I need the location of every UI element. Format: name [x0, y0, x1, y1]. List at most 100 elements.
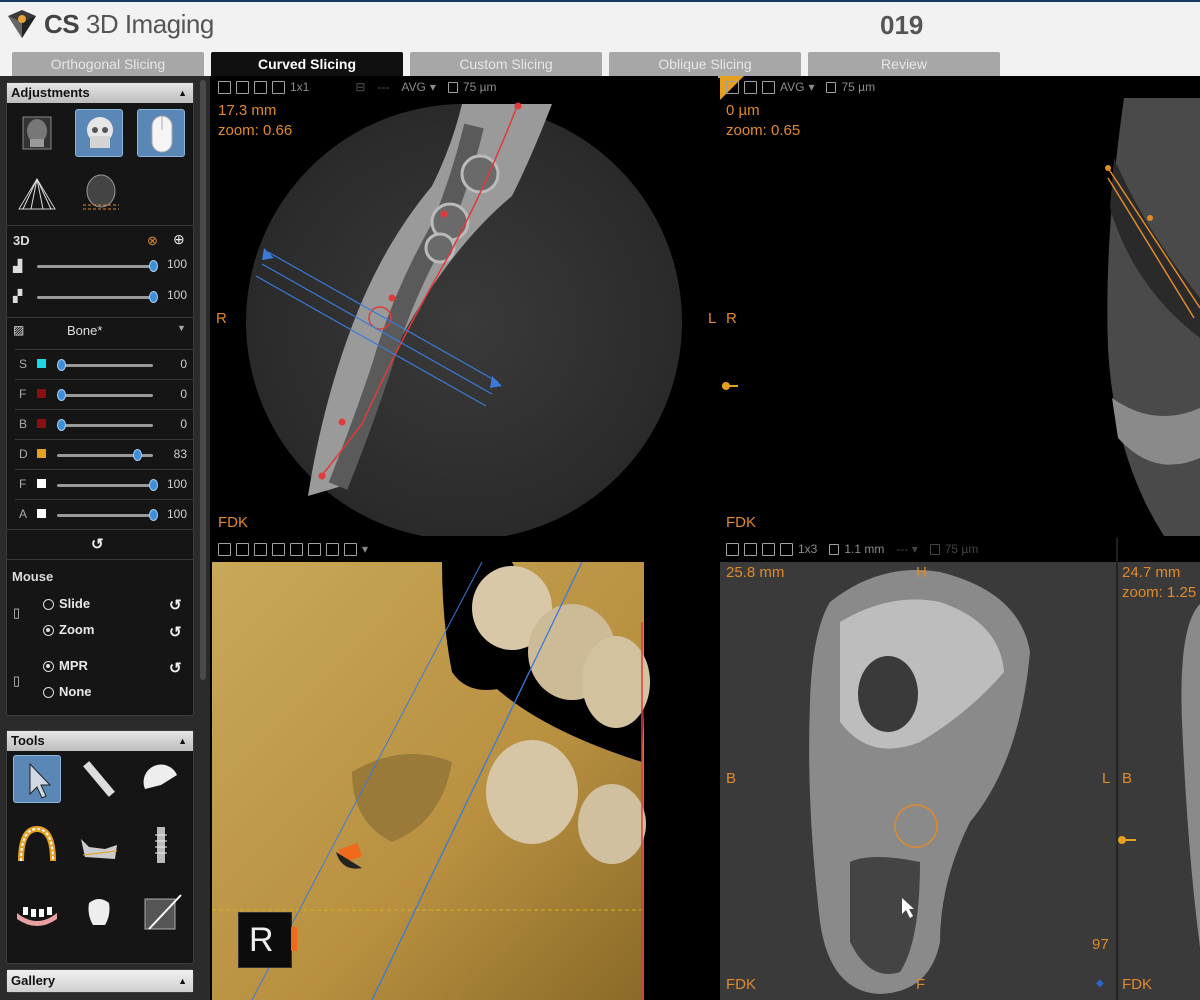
- chevron-down-icon[interactable]: ▾: [362, 542, 368, 556]
- brand-suffix: 3D Imaging: [85, 8, 214, 39]
- reset-slide-icon[interactable]: ↺: [169, 596, 182, 614]
- radio-slide[interactable]: [43, 599, 54, 610]
- save-icon[interactable]: [218, 542, 231, 556]
- radio-none[interactable]: [43, 687, 54, 698]
- panoramic-viewport[interactable]: AVG ▾ 75 µm 0 µm zoom: 0.65 R FDK: [720, 76, 1200, 536]
- gallery-panel[interactable]: Gallery ▲: [6, 969, 194, 993]
- slider-knob[interactable]: [133, 449, 143, 461]
- collapse-icon[interactable]: ▲: [178, 83, 187, 103]
- orientation-cube[interactable]: R: [238, 912, 297, 968]
- mouse-mode-button[interactable]: [137, 109, 185, 157]
- implant-tool-button[interactable]: [137, 821, 185, 869]
- preset-select[interactable]: Bone*: [67, 323, 102, 338]
- save-icon[interactable]: [726, 80, 739, 94]
- color-swatch[interactable]: [37, 479, 46, 488]
- tab-orthogonal-slicing[interactable]: Orthogonal Slicing: [12, 52, 204, 78]
- fit-icon[interactable]: [744, 542, 757, 556]
- head-profile-button[interactable]: [75, 169, 123, 217]
- skull-render-button[interactable]: [75, 109, 123, 157]
- zoom-level: zoom: 0.65: [726, 122, 801, 139]
- reset-mpr-icon[interactable]: ↺: [169, 659, 182, 677]
- gallery-header[interactable]: Gallery ▲: [7, 970, 193, 992]
- tab-oblique-slicing[interactable]: Oblique Slicing: [609, 52, 801, 78]
- fan-icon: [18, 178, 56, 210]
- cross-section-viewport[interactable]: 1x3 1.1 mm --- ▾ 75 µm 25.8 mm H B L F F…: [720, 538, 1116, 1000]
- view-side-icon[interactable]: [308, 542, 321, 556]
- protractor-tool-button[interactable]: [137, 755, 185, 803]
- visibility-icon[interactable]: ⊗: [147, 233, 158, 249]
- tab-curved-slicing[interactable]: Curved Slicing: [211, 52, 403, 78]
- collapse-icon[interactable]: ▲: [178, 731, 187, 751]
- fit-icon[interactable]: [744, 80, 757, 94]
- channel-slider[interactable]: [57, 389, 153, 401]
- radio-none-label: None: [59, 684, 92, 699]
- chevron-down-icon[interactable]: ▼: [177, 323, 186, 333]
- export-icon[interactable]: [762, 542, 775, 556]
- channel-slider[interactable]: [57, 479, 158, 491]
- dental-arch-icon: [18, 825, 56, 862]
- tab-review[interactable]: Review: [808, 52, 1000, 78]
- fit-icon[interactable]: [236, 542, 249, 556]
- arch-tool-button[interactable]: [13, 821, 61, 869]
- chevron-down-icon[interactable]: ▾: [808, 80, 814, 94]
- export-icon[interactable]: [254, 542, 267, 556]
- slab-thickness[interactable]: 1.1 mm: [844, 542, 884, 556]
- channel-slider[interactable]: [57, 449, 153, 461]
- tab-custom-slicing[interactable]: Custom Slicing: [410, 52, 602, 78]
- export-icon[interactable]: [762, 80, 775, 94]
- mouse-right-icon: ▯: [13, 673, 21, 688]
- expand-icon[interactable]: ▲: [178, 970, 187, 992]
- radio-mpr[interactable]: [43, 661, 54, 672]
- channel-slider[interactable]: [57, 359, 153, 371]
- copy-icon[interactable]: [826, 81, 837, 93]
- slice-position: 24.7 mm: [1122, 564, 1181, 581]
- slice-position: 0 µm: [726, 102, 760, 119]
- tools-header[interactable]: Tools ▲: [7, 731, 193, 751]
- channel-row: S0: [15, 349, 193, 378]
- sidebar-scrollbar[interactable]: [200, 80, 206, 680]
- color-swatch[interactable]: [37, 359, 46, 368]
- opacity-slider[interactable]: [37, 260, 158, 272]
- color-swatch[interactable]: [37, 389, 46, 398]
- quality-slider[interactable]: [37, 291, 158, 303]
- add-circle-icon[interactable]: ⊕: [173, 231, 185, 248]
- axial-viewport[interactable]: 1x1 ⊟ --- AVG ▾ 75 µm 17.3 mm zoom: 0.66…: [212, 76, 718, 536]
- fan-view-button[interactable]: [13, 169, 61, 217]
- thickness-icon[interactable]: [829, 543, 840, 555]
- axial-image: [246, 102, 682, 536]
- ruler-tool-button[interactable]: [75, 755, 123, 803]
- reset-zoom-icon[interactable]: ↺: [169, 623, 182, 641]
- view-top-icon[interactable]: [326, 542, 339, 556]
- adjustments-header[interactable]: Adjustments ▲: [7, 83, 193, 103]
- volume-viewport[interactable]: ▾ R: [212, 538, 718, 1000]
- channel-slider[interactable]: [57, 509, 158, 521]
- view-front-icon[interactable]: [272, 542, 285, 556]
- view-bottom-icon[interactable]: [344, 542, 357, 556]
- pointer-tool-button[interactable]: [13, 755, 61, 803]
- head-profile-icon: [83, 174, 119, 210]
- color-swatch[interactable]: [37, 509, 46, 518]
- slider-knob[interactable]: [57, 419, 66, 431]
- annotation-tool-button[interactable]: [137, 889, 185, 937]
- slider-knob[interactable]: [57, 389, 66, 401]
- nerve-tool-button[interactable]: [13, 889, 61, 937]
- radio-zoom[interactable]: [43, 625, 54, 636]
- mandible-tool-button[interactable]: [75, 821, 123, 869]
- skull-xray-button[interactable]: [13, 109, 61, 157]
- reset-icon[interactable]: ↺: [91, 535, 104, 553]
- save-icon[interactable]: [726, 542, 739, 556]
- copy-icon[interactable]: [929, 543, 940, 555]
- color-swatch[interactable]: [37, 449, 46, 458]
- view-back-icon[interactable]: [290, 542, 303, 556]
- channel-slider[interactable]: [57, 419, 153, 431]
- columns-icon[interactable]: [780, 542, 793, 556]
- color-swatch[interactable]: [37, 419, 46, 428]
- slice-marker-icon[interactable]: [720, 376, 742, 396]
- channel-letter: S: [19, 357, 28, 371]
- layout-value[interactable]: 1x3: [798, 542, 817, 556]
- slice-marker-icon[interactable]: [1118, 832, 1140, 848]
- slider-knob[interactable]: [57, 359, 66, 371]
- crown-tool-button[interactable]: [75, 889, 123, 937]
- cross-section-2-viewport[interactable]: 24.7 mm zoom: 1.25 B FDK: [1116, 538, 1200, 1000]
- avg-mode[interactable]: AVG: [780, 80, 804, 94]
